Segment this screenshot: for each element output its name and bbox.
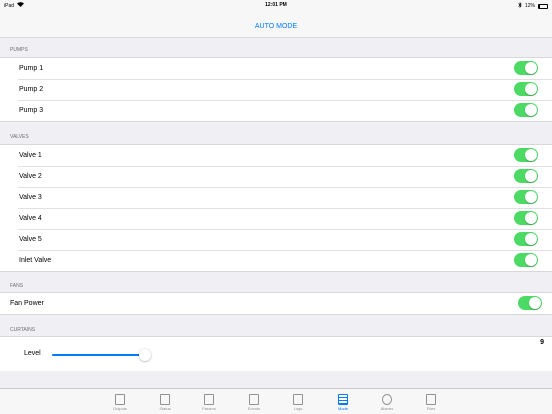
valve-1-label: Valve 1 bbox=[19, 152, 42, 159]
status-icon bbox=[160, 394, 170, 405]
curtain-level-value: 9 bbox=[540, 339, 544, 346]
curtains-section-header: CURTAINS bbox=[10, 327, 36, 333]
clock: 12:01 PM bbox=[265, 2, 287, 8]
curtain-level-label: Level bbox=[24, 350, 41, 357]
inlet-valve-label: Inlet Valve bbox=[19, 257, 52, 264]
pump-3-label: Pump 3 bbox=[19, 107, 44, 114]
tab-mode[interactable]: Mode bbox=[328, 394, 358, 411]
tab-label: Mode bbox=[337, 406, 348, 411]
battery-level bbox=[539, 4, 540, 8]
toggle-knob bbox=[525, 212, 537, 224]
toggle-knob bbox=[525, 62, 537, 74]
auto-mode-button[interactable]: AUTO MODE bbox=[255, 23, 297, 30]
valve-3-toggle[interactable] bbox=[514, 190, 538, 204]
outputs-icon bbox=[115, 394, 125, 405]
params-icon bbox=[204, 394, 214, 405]
tab-label: Alarms bbox=[380, 406, 394, 411]
tab-alarms[interactable]: Alarms bbox=[372, 394, 402, 411]
fan-power-row: Fan Power bbox=[0, 293, 552, 314]
valves-group: Valve 1 Valve 2 Valve 3 Valve 4 Valve 5 … bbox=[0, 144, 552, 272]
valve-4-row: Valve 4 bbox=[0, 208, 552, 229]
battery-percent: 12% bbox=[524, 3, 535, 9]
pump-2-label: Pump 2 bbox=[19, 86, 44, 93]
tab-label: Events bbox=[247, 406, 261, 411]
pumps-group: Pump 1 Pump 2 Pump 3 bbox=[0, 57, 552, 122]
files-icon bbox=[426, 394, 436, 405]
valve-1-toggle[interactable] bbox=[514, 148, 538, 162]
valve-3-label: Valve 3 bbox=[19, 194, 42, 201]
tab-label: Outputs bbox=[112, 406, 127, 411]
valve-2-row: Valve 2 bbox=[0, 166, 552, 187]
fan-power-label: Fan Power bbox=[10, 300, 44, 307]
valve-4-label: Valve 4 bbox=[19, 215, 42, 222]
battery-icon bbox=[538, 3, 548, 9]
valves-section-header: VALVES bbox=[10, 134, 29, 140]
toggle-knob bbox=[525, 254, 537, 266]
tab-status[interactable]: Status bbox=[150, 394, 180, 411]
pump-1-label: Pump 1 bbox=[19, 65, 44, 72]
valve-3-row: Valve 3 bbox=[0, 187, 552, 208]
fans-group: Fan Power bbox=[0, 292, 552, 315]
tab-files[interactable]: Files bbox=[416, 394, 446, 411]
tab-label: Files bbox=[426, 406, 436, 411]
logs-icon bbox=[293, 394, 303, 405]
tab-label: Params bbox=[202, 406, 216, 411]
navigation-bar: AUTO MODE bbox=[0, 10, 552, 38]
curtain-level-slider-thumb[interactable] bbox=[139, 349, 151, 361]
valve-1-row: Valve 1 bbox=[0, 145, 552, 166]
events-icon bbox=[249, 394, 259, 405]
valve-4-toggle[interactable] bbox=[514, 211, 538, 225]
toggle-knob bbox=[525, 104, 537, 116]
inlet-valve-row: Inlet Valve bbox=[0, 250, 552, 271]
pump-1-toggle[interactable] bbox=[514, 61, 538, 75]
alarms-icon bbox=[382, 394, 392, 405]
inlet-valve-toggle[interactable] bbox=[514, 253, 538, 267]
tab-logs[interactable]: Logs bbox=[283, 394, 313, 411]
valve-2-label: Valve 2 bbox=[19, 173, 42, 180]
bluetooth-icon bbox=[518, 2, 522, 10]
curtain-level-row: Level 9 bbox=[0, 337, 552, 371]
pump-3-row: Pump 3 bbox=[0, 100, 552, 121]
curtains-group: Level 9 bbox=[0, 336, 552, 371]
tab-params[interactable]: Params bbox=[194, 394, 224, 411]
tab-bar: Outputs Status Params Events Logs Mode A… bbox=[0, 388, 552, 414]
valve-5-row: Valve 5 bbox=[0, 229, 552, 250]
toggle-knob bbox=[525, 149, 537, 161]
tab-outputs[interactable]: Outputs bbox=[105, 394, 135, 411]
toggle-knob bbox=[525, 83, 537, 95]
curtain-level-slider-track[interactable] bbox=[52, 354, 145, 356]
fan-power-toggle[interactable] bbox=[518, 296, 542, 310]
pump-3-toggle[interactable] bbox=[514, 103, 538, 117]
toggle-knob bbox=[525, 233, 537, 245]
toggle-knob bbox=[525, 170, 537, 182]
toggle-knob bbox=[525, 191, 537, 203]
pump-2-toggle[interactable] bbox=[514, 82, 538, 96]
valve-5-toggle[interactable] bbox=[514, 232, 538, 246]
valve-2-toggle[interactable] bbox=[514, 169, 538, 183]
valve-5-label: Valve 5 bbox=[19, 236, 42, 243]
pump-2-row: Pump 2 bbox=[0, 79, 552, 100]
tab-label: Logs bbox=[293, 406, 303, 411]
fans-section-header: FANS bbox=[10, 283, 24, 289]
toggle-knob bbox=[529, 297, 541, 309]
pumps-section-header: PUMPS bbox=[10, 47, 28, 53]
pump-1-row: Pump 1 bbox=[0, 58, 552, 79]
mode-icon bbox=[338, 394, 348, 405]
tab-label: Status bbox=[159, 406, 171, 411]
status-bar: iPad 12:01 PM 12% bbox=[0, 0, 552, 10]
tab-events[interactable]: Events bbox=[239, 394, 269, 411]
